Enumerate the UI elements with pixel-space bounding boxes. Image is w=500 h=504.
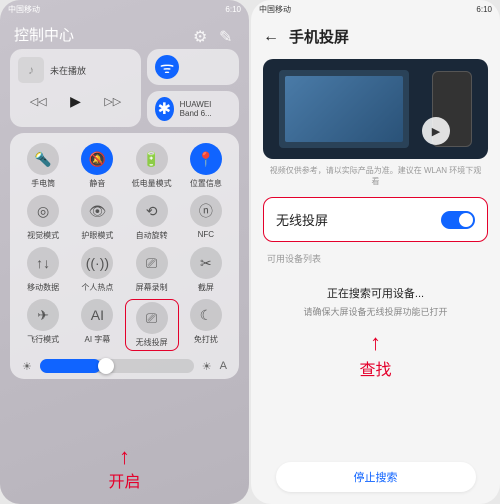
- tile-icon: ⎚: [136, 302, 168, 334]
- tile-5[interactable]: 👁 护眼模式: [70, 195, 124, 241]
- play-button[interactable]: ▶: [70, 93, 81, 110]
- stop-search-button[interactable]: 停止搜索: [276, 462, 476, 492]
- tile-label: 个人热点: [81, 282, 113, 293]
- bluetooth-device-label: HUAWEI Band 6...: [180, 100, 231, 118]
- tile-icon: 🔋: [136, 143, 168, 175]
- page-title: 手机投屏: [289, 26, 349, 47]
- tile-11[interactable]: ✂ 截屏: [179, 247, 233, 293]
- wireless-cast-switch[interactable]: [441, 211, 475, 229]
- tile-2[interactable]: 🔋 低电量模式: [125, 143, 179, 189]
- tile-label: 免打扰: [194, 334, 218, 345]
- album-art-icon: ♪: [18, 57, 44, 83]
- tile-icon: 👁: [81, 195, 113, 227]
- brightness-high-icon: ☀: [202, 360, 212, 373]
- tile-label: AI 字幕: [84, 334, 110, 345]
- tile-9[interactable]: ((·)) 个人热点: [70, 247, 124, 293]
- prev-track-button[interactable]: ◁◁: [30, 95, 47, 108]
- searching-hint: 请确保大屏设备无线投屏功能已打开: [251, 305, 500, 318]
- tile-4[interactable]: ◎ 视觉模式: [16, 195, 70, 241]
- annotation-enable-label: 开启: [108, 468, 140, 492]
- tile-label: NFC: [198, 230, 214, 239]
- annotation-search-label: 查找: [359, 356, 391, 380]
- preview-note: 视频仅供参考，请以实际产品为准。建议在 WLAN 环境下观看: [251, 165, 500, 187]
- tile-label: 截屏: [198, 282, 214, 293]
- wifi-toggle[interactable]: ᯤ: [147, 49, 239, 85]
- tile-icon: 📍: [190, 143, 222, 175]
- tile-12[interactable]: ✈ 飞行模式: [16, 299, 70, 351]
- tile-icon: ✂: [190, 247, 222, 279]
- tile-label: 无线投屏: [136, 337, 168, 348]
- tile-label: 视觉模式: [27, 230, 59, 241]
- searching-label: 正在搜索可用设备...: [251, 285, 500, 301]
- available-devices-label: 可用设备列表: [251, 252, 500, 265]
- wireless-cast-toggle-row[interactable]: 无线投屏: [263, 197, 488, 242]
- tile-6[interactable]: ⟲ 自动旋转: [125, 195, 179, 241]
- tile-label: 屏幕录制: [136, 282, 168, 293]
- tile-icon: ⓝ: [190, 195, 222, 227]
- tile-icon: ◎: [27, 195, 59, 227]
- tile-icon: AI: [81, 299, 113, 331]
- control-center-title: 控制中心: [14, 24, 74, 45]
- bluetooth-icon: ✱: [155, 97, 174, 121]
- tile-icon: ☾: [190, 299, 222, 331]
- wifi-icon: ᯤ: [155, 55, 179, 79]
- wireless-cast-label: 无线投屏: [276, 210, 328, 229]
- bluetooth-toggle[interactable]: ✱ HUAWEI Band 6...: [147, 91, 239, 127]
- edit-icon[interactable]: ✎: [219, 27, 235, 43]
- brightness-slider[interactable]: [40, 359, 194, 373]
- tile-label: 护眼模式: [81, 230, 113, 241]
- settings-icon[interactable]: ⚙: [193, 27, 209, 43]
- tile-10[interactable]: ⎚ 屏幕录制: [125, 247, 179, 293]
- tile-label: 移动数据: [27, 282, 59, 293]
- next-track-button[interactable]: ▷▷: [104, 95, 121, 108]
- tile-icon: ✈: [27, 299, 59, 331]
- brightness-low-icon: ☀: [22, 360, 32, 373]
- tile-3[interactable]: 📍 位置信息: [179, 143, 233, 189]
- tile-label: 飞行模式: [27, 334, 59, 345]
- tile-icon: 🔕: [81, 143, 113, 175]
- tile-label: 位置信息: [190, 178, 222, 189]
- tile-label: 手电筒: [31, 178, 55, 189]
- preview-video[interactable]: ▶: [263, 59, 488, 159]
- quick-tiles-panel: 🔦 手电筒 🔕 静音 🔋 低电量模式 📍 位置信息 ◎ 视觉模式 👁 护眼模式 ⟲ 自动旋转 ⓝ NFC ↑↓ 移…: [10, 133, 239, 379]
- tile-icon: 🔦: [27, 143, 59, 175]
- status-bar: 中国移动6:10: [251, 0, 500, 18]
- tile-7[interactable]: ⓝ NFC: [179, 195, 233, 241]
- play-icon: ▶: [422, 117, 450, 145]
- music-widget[interactable]: ♪ 未在播放 ◁◁ ▶ ▷▷: [10, 49, 141, 127]
- tile-icon: ((·)): [81, 247, 113, 279]
- status-bar: 中国移动6:10: [0, 0, 249, 18]
- tile-0[interactable]: 🔦 手电筒: [16, 143, 70, 189]
- tile-icon: ⎚: [136, 247, 168, 279]
- tile-8[interactable]: ↑↓ 移动数据: [16, 247, 70, 293]
- tile-1[interactable]: 🔕 静音: [70, 143, 124, 189]
- tile-icon: ⟲: [136, 195, 168, 227]
- tile-icon: ↑↓: [27, 247, 59, 279]
- back-button[interactable]: ←: [263, 28, 279, 46]
- tile-label: 自动旋转: [136, 230, 168, 241]
- annotation-arrow-icon: ↑: [370, 330, 381, 356]
- tile-label: 静音: [89, 178, 105, 189]
- tile-13[interactable]: AI AI 字幕: [70, 299, 124, 351]
- tile-14[interactable]: ⎚ 无线投屏: [125, 299, 179, 351]
- tile-label: 低电量模式: [132, 178, 172, 189]
- now-playing-label: 未在播放: [50, 64, 86, 77]
- auto-brightness-toggle[interactable]: A: [220, 360, 227, 372]
- tile-15[interactable]: ☾ 免打扰: [179, 299, 233, 351]
- annotation-arrow-icon: ↑: [119, 444, 130, 470]
